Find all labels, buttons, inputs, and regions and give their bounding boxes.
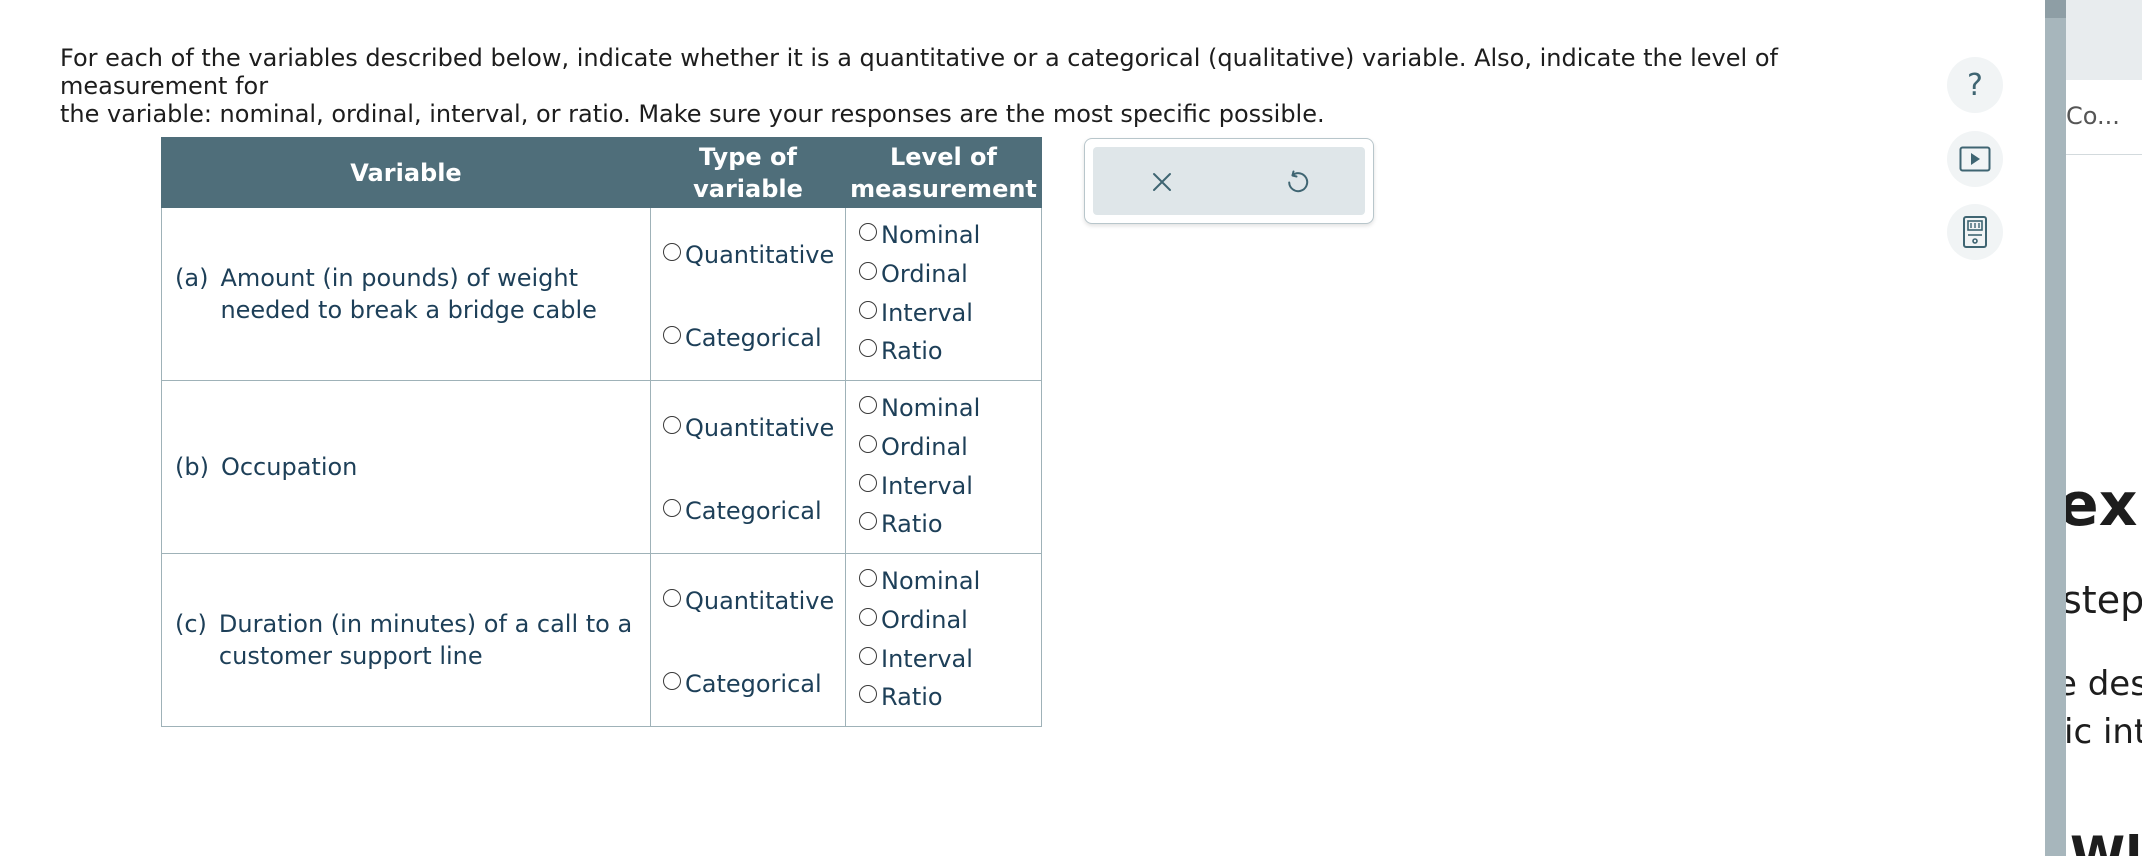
- radio-circle-icon[interactable]: [859, 569, 877, 587]
- radio-circle-icon[interactable]: [859, 435, 877, 453]
- table-row: (a) Amount (in pounds) of weight needed …: [161, 207, 1042, 381]
- undo-icon: [1287, 170, 1308, 193]
- variable-text: Duration (in minutes) of a call to a cus…: [218, 610, 633, 670]
- radio-circle-icon[interactable]: [663, 326, 681, 344]
- radio-circle-icon[interactable]: [663, 589, 681, 607]
- radio-categorical[interactable]: Categorical: [663, 324, 822, 352]
- radio-circle-icon[interactable]: [859, 647, 877, 665]
- answer-toolbox: [1084, 138, 1374, 224]
- variable-letter: (a): [175, 264, 209, 292]
- side-panel-text: step: [2066, 578, 2142, 622]
- radio-circle-icon[interactable]: [663, 672, 681, 690]
- radio-interval[interactable]: Interval: [859, 472, 973, 500]
- variable-description: (a) Amount (in pounds) of weight needed …: [175, 262, 640, 326]
- help-button[interactable]: ?: [1947, 57, 2003, 113]
- radio-circle-icon[interactable]: [859, 223, 877, 241]
- help-icon: ?: [1967, 67, 1983, 103]
- panel-divider[interactable]: [2045, 0, 2066, 856]
- calculator-icon: [1963, 216, 1987, 248]
- radio-ordinal[interactable]: Ordinal: [859, 433, 968, 461]
- header-type: Type of variable: [650, 137, 846, 208]
- clear-button[interactable]: [1093, 147, 1230, 217]
- variable-text: Occupation: [220, 453, 358, 481]
- video-play-icon: [1959, 146, 1991, 172]
- table-row: (c) Duration (in minutes) of a call to a…: [161, 553, 1042, 727]
- radio-circle-icon[interactable]: [859, 474, 877, 492]
- close-icon: [1152, 173, 1171, 191]
- radio-quantitative[interactable]: Quantitative: [663, 241, 834, 269]
- radio-circle-icon[interactable]: [663, 416, 681, 434]
- radio-nominal[interactable]: Nominal: [859, 394, 980, 422]
- radio-ratio[interactable]: Ratio: [859, 337, 943, 365]
- radio-ordinal[interactable]: Ordinal: [859, 260, 968, 288]
- variable-letter: (b): [175, 453, 209, 481]
- radio-categorical[interactable]: Categorical: [663, 670, 822, 698]
- radio-nominal[interactable]: Nominal: [859, 221, 980, 249]
- side-panel-header: [2066, 0, 2142, 80]
- radio-nominal[interactable]: Nominal: [859, 567, 980, 595]
- right-side-panel: Co... exp step e desi ic inte Wl: [2066, 0, 2142, 856]
- toolbox-inner: [1093, 147, 1365, 215]
- radio-circle-icon[interactable]: [859, 339, 877, 357]
- prompt-line-1: For each of the variables described belo…: [60, 44, 1778, 100]
- divider: [2066, 154, 2142, 155]
- radio-circle-icon[interactable]: [859, 512, 877, 530]
- radio-circle-icon[interactable]: [859, 685, 877, 703]
- variable-description: (c) Duration (in minutes) of a call to a…: [175, 608, 640, 672]
- table-row: (b) Occupation Quantitative Categorical …: [161, 380, 1042, 554]
- radio-categorical[interactable]: Categorical: [663, 497, 822, 525]
- side-panel-title[interactable]: Co...: [2066, 102, 2120, 130]
- radio-interval[interactable]: Interval: [859, 645, 973, 673]
- radio-interval[interactable]: Interval: [859, 299, 973, 327]
- variable-letter: (c): [175, 610, 207, 638]
- radio-quantitative[interactable]: Quantitative: [663, 414, 834, 442]
- radio-quantitative[interactable]: Quantitative: [663, 587, 834, 615]
- header-variable: Variable: [161, 137, 651, 208]
- radio-circle-icon[interactable]: [859, 301, 877, 319]
- header-level: Level of measurement: [845, 137, 1042, 208]
- question-area: For each of the variables described belo…: [0, 0, 2045, 856]
- radio-circle-icon[interactable]: [663, 243, 681, 261]
- side-panel-text: e desi: [2066, 664, 2142, 704]
- variables-table: Variable Type of variable Level of measure…: [161, 137, 1042, 727]
- radio-ratio[interactable]: Ratio: [859, 510, 943, 538]
- radio-circle-icon[interactable]: [859, 262, 877, 280]
- side-panel-text: ic inte: [2066, 712, 2142, 752]
- variable-text: Amount (in pounds) of weight needed to b…: [220, 264, 597, 324]
- undo-button[interactable]: [1228, 147, 1365, 217]
- side-panel-heading: exp: [2066, 470, 2142, 540]
- side-panel-text: Wl: [2070, 826, 2142, 856]
- variable-description: (b) Occupation: [175, 451, 640, 483]
- radio-ratio[interactable]: Ratio: [859, 683, 943, 711]
- calculator-button[interactable]: [1947, 204, 2003, 260]
- question-prompt: For each of the variables described belo…: [60, 44, 1900, 128]
- video-button[interactable]: [1947, 131, 2003, 187]
- radio-circle-icon[interactable]: [859, 608, 877, 626]
- radio-circle-icon[interactable]: [663, 499, 681, 517]
- radio-circle-icon[interactable]: [859, 396, 877, 414]
- prompt-line-2: the variable: nominal, ordinal, interval…: [60, 100, 1325, 128]
- radio-ordinal[interactable]: Ordinal: [859, 606, 968, 634]
